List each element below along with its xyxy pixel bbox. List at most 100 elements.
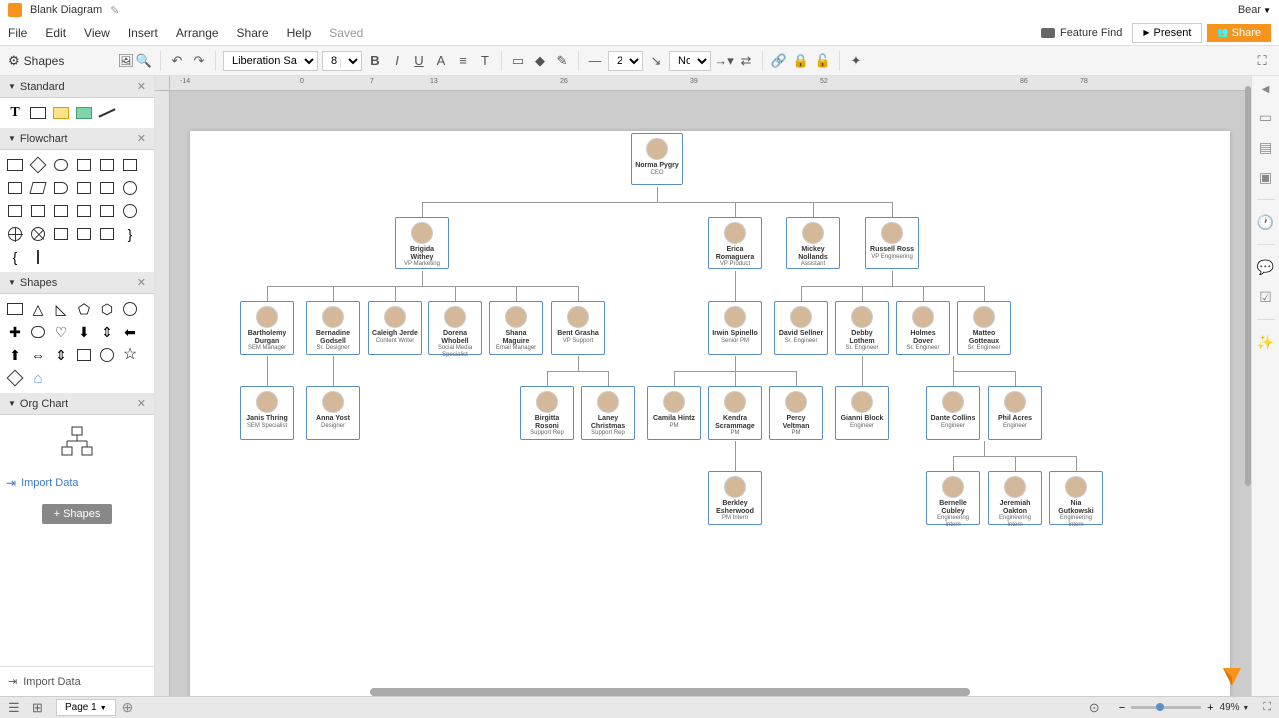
org-node[interactable]: Matteo GotteauxSr. Engineer xyxy=(957,301,1011,355)
text-shape[interactable]: T xyxy=(6,104,24,122)
import-data-link[interactable]: ⇥ Import Data xyxy=(0,470,154,496)
zoom-out-icon[interactable]: − xyxy=(1119,702,1125,714)
geo-shape[interactable] xyxy=(6,369,24,387)
swap-icon[interactable]: ⇄ xyxy=(737,52,755,70)
orgchart-section-header[interactable]: ▼Org Chart ✕ xyxy=(0,393,154,415)
org-node[interactable]: Laney ChristmasSupport Rep xyxy=(581,386,635,440)
flowchart-shape[interactable] xyxy=(98,156,116,174)
org-node[interactable]: Dorena WhobellSocial Media Specialist xyxy=(428,301,482,355)
org-node[interactable]: Phil AcresEngineer xyxy=(988,386,1042,440)
flowchart-shape[interactable]: { xyxy=(6,248,24,266)
fill-icon[interactable]: ◆ xyxy=(531,52,549,70)
close-icon[interactable]: ✕ xyxy=(137,132,146,145)
page-canvas[interactable]: Norma Pygry CEO Brigida WitheyVP Marketi… xyxy=(190,131,1230,696)
geo-shape[interactable]: △ xyxy=(29,300,47,318)
org-chart-preview[interactable] xyxy=(0,415,154,470)
flowchart-shape[interactable] xyxy=(29,179,47,197)
block-shape[interactable] xyxy=(75,104,93,122)
zoom-fit-icon[interactable]: ⊙ xyxy=(1089,700,1105,716)
lucid-logo[interactable] xyxy=(1218,663,1246,691)
org-node[interactable]: Shana MaguireEmail Manager xyxy=(489,301,543,355)
menu-insert[interactable]: Insert xyxy=(128,26,158,40)
org-node-ceo[interactable]: Norma Pygry CEO xyxy=(631,133,683,185)
org-node[interactable]: Erica RomagueraVP Product xyxy=(708,217,762,269)
flowchart-shape[interactable] xyxy=(98,225,116,243)
flowchart-shape[interactable] xyxy=(29,248,47,266)
org-node[interactable]: Bartholemy DurganSEM Manager xyxy=(240,301,294,355)
line-style-icon[interactable]: — xyxy=(586,52,604,70)
lock2-icon[interactable]: 🔓 xyxy=(814,52,832,70)
org-node[interactable]: Bernelle CubleyEngineering Intern xyxy=(926,471,980,525)
org-node[interactable]: Brigida WitheyVP Marketing xyxy=(395,217,449,269)
page-tab[interactable]: Page 1▼ xyxy=(56,699,116,716)
search-icon[interactable]: 🔍 xyxy=(135,52,153,70)
org-node[interactable]: Berkley EsherwoodPM Intern xyxy=(708,471,762,525)
standard-section-header[interactable]: ▼Standard ✕ xyxy=(0,76,154,98)
redo-icon[interactable]: ↷ xyxy=(190,52,208,70)
collapse-panel-icon[interactable]: ◀ xyxy=(1262,84,1270,95)
geo-shape[interactable]: ☆ xyxy=(121,346,139,364)
geo-shape[interactable]: ⌂ xyxy=(29,369,47,387)
close-icon[interactable]: ✕ xyxy=(137,80,146,93)
present-button[interactable]: Present xyxy=(1132,23,1202,43)
flowchart-shape[interactable] xyxy=(52,225,70,243)
org-node[interactable]: Gianni BlockEngineer xyxy=(835,386,889,440)
org-node[interactable]: Anna YostDesigner xyxy=(306,386,360,440)
align-icon[interactable]: ≡ xyxy=(454,52,472,70)
org-node[interactable]: Debby LothemSr. Engineer xyxy=(835,301,889,355)
org-node[interactable]: Bernadine GodsellSr. Designer xyxy=(306,301,360,355)
geo-shape[interactable]: ⇕ xyxy=(52,346,70,364)
flowchart-section-header[interactable]: ▼Flowchart ✕ xyxy=(0,128,154,150)
document-title[interactable]: Blank Diagram xyxy=(30,4,102,16)
arrow-end-icon[interactable]: →▾ xyxy=(715,52,733,70)
user-menu-caret[interactable]: ▼ xyxy=(1263,6,1271,15)
magic-icon[interactable]: ✦ xyxy=(847,52,865,70)
geo-shape[interactable]: ⇕ xyxy=(98,323,116,341)
org-node[interactable]: Dante CollinsEngineer xyxy=(926,386,980,440)
zoom-value[interactable]: 49% ▼ xyxy=(1220,702,1250,713)
geo-shape[interactable]: ✚ xyxy=(6,323,24,341)
text-color-icon[interactable]: A xyxy=(432,52,450,70)
flowchart-shape[interactable] xyxy=(29,202,47,220)
geo-shape[interactable]: ◺ xyxy=(52,300,70,318)
menu-share[interactable]: Share xyxy=(237,26,269,40)
org-node[interactable]: Jeremiah OaktonEngineering Intern xyxy=(988,471,1042,525)
shape-style-icon[interactable]: ▭ xyxy=(509,52,527,70)
add-shapes-button[interactable]: Shapes xyxy=(42,504,113,524)
layers-icon[interactable]: ▤ xyxy=(1258,139,1274,155)
flowchart-shape[interactable] xyxy=(6,156,24,174)
org-node[interactable]: Caleigh JerdeContent Writer xyxy=(368,301,422,355)
shapes-section-header[interactable]: ▼Shapes ✕ xyxy=(0,272,154,294)
flowchart-shape[interactable] xyxy=(75,225,93,243)
arrow-start-select[interactable]: None xyxy=(669,51,711,71)
geo-shape[interactable] xyxy=(121,300,139,318)
geo-shape[interactable] xyxy=(75,346,93,364)
bold-icon[interactable]: B xyxy=(366,52,384,70)
menu-file[interactable]: File xyxy=(8,26,27,40)
org-node[interactable]: Irwin SpinelloSenior PM xyxy=(708,301,762,355)
flowchart-shape[interactable] xyxy=(52,179,70,197)
grid-view-icon[interactable]: ⊞ xyxy=(32,700,48,716)
ai-icon[interactable]: ✨ xyxy=(1258,334,1274,350)
flowchart-shape[interactable]: } xyxy=(121,225,139,243)
zoom-in-icon[interactable]: + xyxy=(1207,702,1213,714)
org-node[interactable]: Birgitta RosoniSupport Rep xyxy=(520,386,574,440)
note-shape[interactable] xyxy=(52,104,70,122)
canvas[interactable]: -14 0 7 13 26 39 52 86 78 xyxy=(155,76,1251,696)
chat-icon[interactable]: 💬 xyxy=(1258,259,1274,275)
fullscreen-icon[interactable]: ⛶ xyxy=(1263,701,1271,714)
font-size-select[interactable]: 8 pt xyxy=(322,51,362,71)
org-node[interactable]: Mickey NollandsAssistant xyxy=(786,217,840,269)
share-button[interactable]: Share xyxy=(1207,24,1271,42)
geo-shape[interactable]: ⬡ xyxy=(98,300,116,318)
flowchart-shape[interactable] xyxy=(29,225,47,243)
org-node[interactable]: Russell RossVP Engineering xyxy=(865,217,919,269)
vertical-scrollbar[interactable] xyxy=(1245,86,1251,486)
flowchart-shape[interactable] xyxy=(52,156,70,174)
geo-shape[interactable]: ⬠ xyxy=(75,300,93,318)
close-icon[interactable]: ✕ xyxy=(137,397,146,410)
flowchart-shape[interactable] xyxy=(98,202,116,220)
org-node[interactable]: Bent GrashaVP Support xyxy=(551,301,605,355)
zoom-slider[interactable] xyxy=(1131,706,1201,709)
flowchart-shape[interactable] xyxy=(75,179,93,197)
